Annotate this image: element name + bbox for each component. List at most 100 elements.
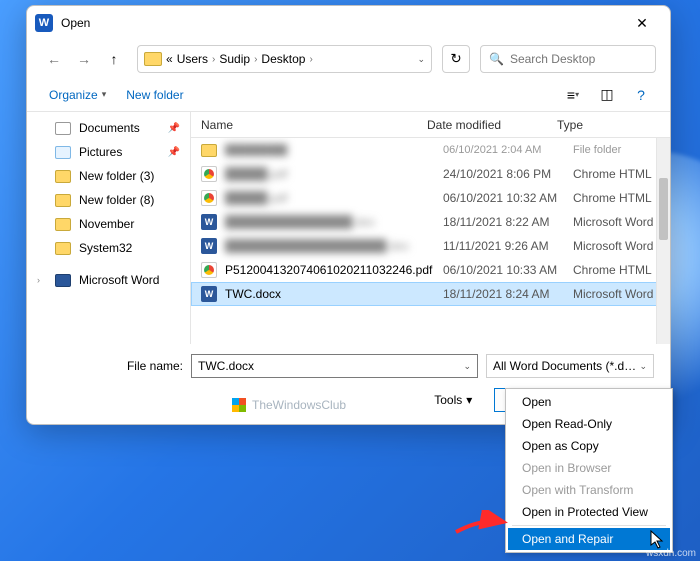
sidebar-item-label: New folder (3) — [79, 169, 154, 183]
up-button[interactable]: ↑ — [101, 46, 127, 72]
chevron-right-icon: › — [37, 275, 40, 285]
sidebar-item[interactable]: Documents📌 — [27, 116, 190, 140]
window-title: Open — [61, 16, 622, 30]
menu-item[interactable]: Open — [508, 391, 670, 413]
body: Documents📌Pictures📌 New folder (3) New fol… — [27, 112, 670, 344]
breadcrumb-prefix: « — [166, 52, 173, 66]
chevron-right-icon: › — [254, 54, 257, 65]
sidebar-item[interactable]: New folder (8) — [27, 188, 190, 212]
open-file-dialog: W Open ✕ ← → ↑ « Users › Sudip › Desktop… — [26, 5, 671, 425]
folder-icon — [144, 52, 162, 66]
breadcrumb-segment[interactable]: Users — [177, 52, 208, 66]
file-row[interactable]: TWC.docx18/11/2021 8:24 AMMicrosoft Word… — [191, 282, 670, 306]
file-row[interactable]: █████.pdf24/10/2021 8:06 PMChrome HTML D… — [191, 162, 670, 186]
search-box[interactable]: 🔍 — [480, 45, 656, 73]
menu-item[interactable]: Open in Protected View — [508, 501, 670, 523]
chevron-down-icon[interactable]: ⌄ — [639, 361, 647, 372]
chrome-icon — [201, 262, 217, 278]
chevron-right-icon: › — [212, 54, 215, 65]
menu-item: Open with Transform — [508, 479, 670, 501]
menu-item[interactable]: Open as Copy — [508, 435, 670, 457]
folder-icon — [55, 170, 71, 183]
sidebar-item-label: Microsoft Word — [79, 273, 159, 287]
close-button[interactable]: ✕ — [622, 9, 662, 37]
search-icon: 🔍 — [489, 52, 504, 66]
help-button[interactable]: ? — [626, 83, 656, 107]
menu-separator — [512, 525, 666, 526]
folder-icon — [55, 218, 71, 231]
file-name: █████.pdf — [225, 191, 443, 205]
file-name-input[interactable]: TWC.docx ⌄ — [191, 354, 478, 378]
doc-icon — [55, 122, 71, 135]
breadcrumb-segment[interactable]: Desktop — [261, 52, 305, 66]
file-pane: Name Date modified Type ████████06/10/20… — [191, 112, 670, 344]
pic-icon — [55, 146, 71, 159]
file-date: 18/11/2021 8:22 AM — [443, 215, 573, 229]
breadcrumb[interactable]: « Users › Sudip › Desktop › ⌄ — [137, 45, 432, 73]
sidebar-item[interactable]: Pictures📌 — [27, 140, 190, 164]
chevron-down-icon[interactable]: ⌄ — [463, 361, 471, 372]
file-row[interactable]: ███████████████████.doc11/11/2021 9:26 A… — [191, 234, 670, 258]
scrollbar-thumb[interactable] — [659, 178, 668, 240]
menu-item[interactable]: Open Read-Only — [508, 413, 670, 435]
sidebar-item[interactable]: November — [27, 212, 190, 236]
new-folder-button[interactable]: New folder — [118, 84, 191, 106]
column-name[interactable]: Name — [201, 118, 427, 132]
preview-pane-button[interactable]: ◫ — [592, 83, 622, 107]
file-date: 06/10/2021 2:04 AM — [443, 144, 573, 156]
file-type-select[interactable]: All Word Documents (*.docx;*.d ⌄ — [486, 354, 654, 378]
navigation-bar: ← → ↑ « Users › Sudip › Desktop › ⌄ ↻ 🔍 — [27, 40, 670, 78]
file-date: 24/10/2021 8:06 PM — [443, 167, 573, 181]
column-headers[interactable]: Name Date modified Type — [191, 112, 670, 138]
refresh-button[interactable]: ↻ — [442, 45, 470, 73]
breadcrumb-dropdown[interactable]: ⌄ — [417, 54, 425, 65]
search-input[interactable] — [510, 52, 640, 66]
vertical-scrollbar[interactable] — [656, 138, 670, 344]
file-row[interactable]: P512004132074061020211032246.pdf06/10/20… — [191, 258, 670, 282]
file-name: TWC.docx — [225, 287, 443, 301]
image-credit: wsxdn.com — [646, 548, 696, 559]
organize-button[interactable]: Organize▾ — [41, 84, 114, 106]
file-name: ███████████████.doc — [225, 215, 443, 229]
folder-icon — [55, 242, 71, 255]
file-name: ███████████████████.doc — [225, 239, 443, 253]
annotation-arrow-icon — [452, 510, 510, 540]
pin-icon: 📌 — [168, 147, 180, 158]
file-date: 11/11/2021 9:26 AM — [443, 239, 573, 253]
sidebar-item-label: New folder (8) — [79, 193, 154, 207]
file-name: P512004132074061020211032246.pdf — [225, 263, 443, 277]
view-options-button[interactable]: ≡ ▾ — [558, 83, 588, 107]
file-date: 18/11/2021 8:24 AM — [443, 287, 573, 301]
sidebar-item[interactable]: New folder (3) — [27, 164, 190, 188]
chevron-right-icon: › — [309, 54, 312, 65]
column-type[interactable]: Type — [557, 118, 670, 132]
chrome-icon — [201, 166, 217, 182]
word-icon — [201, 286, 217, 302]
sidebar-item-label: System32 — [79, 241, 132, 255]
sidebar[interactable]: Documents📌Pictures📌 New folder (3) New fol… — [27, 112, 191, 344]
file-row[interactable]: ████████06/10/2021 2:04 AMFile folder — [191, 138, 670, 162]
column-date[interactable]: Date modified — [427, 118, 557, 132]
file-row[interactable]: █████.pdf06/10/2021 10:32 AMChrome HTML … — [191, 186, 670, 210]
word-icon — [201, 238, 217, 254]
file-name: █████.pdf — [225, 167, 443, 181]
menu-item: Open in Browser — [508, 457, 670, 479]
windows-logo-icon — [232, 398, 246, 412]
chrome-icon — [201, 190, 217, 206]
toolbar: Organize▾ New folder ≡ ▾ ◫ ? — [27, 78, 670, 112]
folder-icon — [201, 144, 217, 157]
breadcrumb-segment[interactable]: Sudip — [219, 52, 250, 66]
forward-button[interactable]: → — [71, 46, 97, 72]
file-name-label: File name: — [43, 359, 183, 373]
back-button[interactable]: ← — [41, 46, 67, 72]
word-icon — [55, 274, 71, 287]
file-list[interactable]: ████████06/10/2021 2:04 AMFile folder███… — [191, 138, 670, 344]
sidebar-item[interactable]: System32 — [27, 236, 190, 260]
tools-button[interactable]: Tools▾ — [434, 393, 472, 407]
file-row[interactable]: ███████████████.doc18/11/2021 8:22 AMMic… — [191, 210, 670, 234]
sidebar-item-word[interactable]: › Microsoft Word — [27, 268, 190, 292]
file-date: 06/10/2021 10:32 AM — [443, 191, 573, 205]
menu-item[interactable]: Open and Repair — [508, 528, 670, 550]
word-app-icon: W — [35, 14, 53, 32]
folder-icon — [55, 194, 71, 207]
